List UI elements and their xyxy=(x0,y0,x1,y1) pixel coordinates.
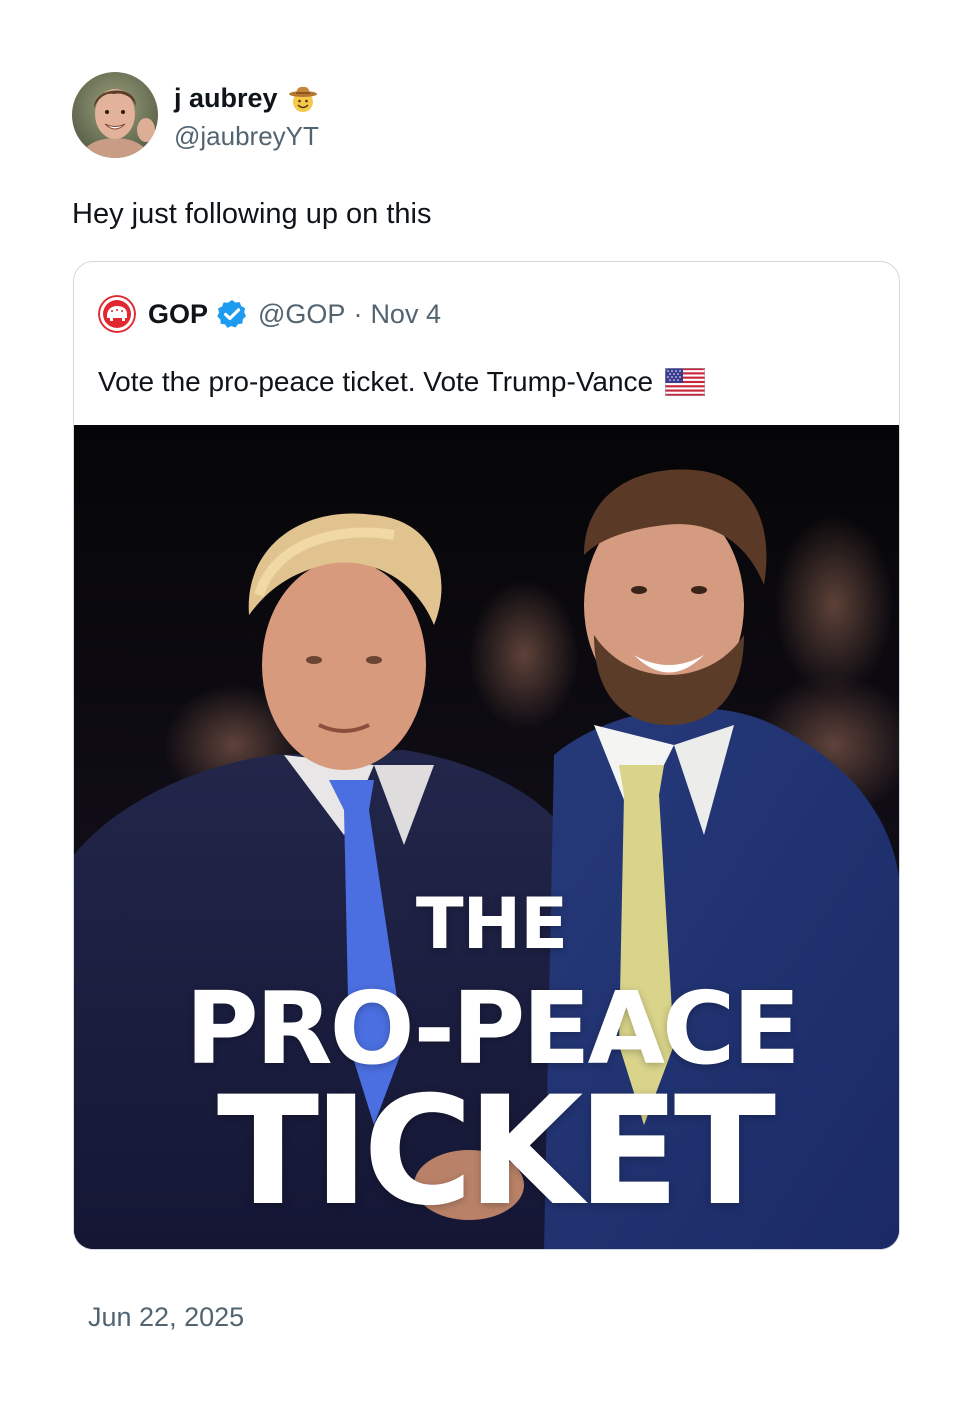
display-name[interactable]: j aubrey xyxy=(174,83,278,114)
quoted-tweet-text: Vote the pro-peace ticket. Vote Trump-Va… xyxy=(98,362,706,402)
quoted-tweet-header: GOP @GOP · Nov 4 xyxy=(98,294,441,334)
quoted-display-name[interactable]: GOP xyxy=(148,299,208,330)
quoted-handle[interactable]: @GOP xyxy=(258,299,345,330)
quoted-tweet-card[interactable]: GOP @GOP · Nov 4 Vote the pro-peace tick… xyxy=(73,261,900,1250)
author-handle[interactable]: @jaubreyYT xyxy=(174,121,319,152)
avatar[interactable] xyxy=(72,72,158,158)
quoted-text-content: Vote the pro-peace ticket. Vote Trump-Va… xyxy=(98,366,654,397)
display-name-row: j aubrey xyxy=(174,79,319,119)
image-headline-the: THE xyxy=(415,883,568,965)
quoted-media-image[interactable]: THE PRO-PEACE TICKET xyxy=(74,425,899,1249)
cowboy-hat-face-icon xyxy=(288,86,317,112)
tweet: j aubrey @jaubreyYT Hey just following u… xyxy=(0,0,970,1412)
quoted-date[interactable]: Nov 4 xyxy=(370,299,441,330)
tweet-text: Hey just following up on this xyxy=(72,198,432,230)
tweet-author: j aubrey @jaubreyYT xyxy=(72,72,319,158)
separator-dot: · xyxy=(353,298,363,329)
tweet-timestamp[interactable]: Jun 22, 2025 xyxy=(88,1302,244,1333)
us-flag-icon xyxy=(665,368,706,396)
author-names: j aubrey @jaubreyYT xyxy=(174,79,319,152)
image-headline-ticket: TICKET xyxy=(216,1065,776,1239)
gop-elephant-logo-icon[interactable] xyxy=(98,295,136,333)
verified-badge-icon xyxy=(217,300,247,328)
